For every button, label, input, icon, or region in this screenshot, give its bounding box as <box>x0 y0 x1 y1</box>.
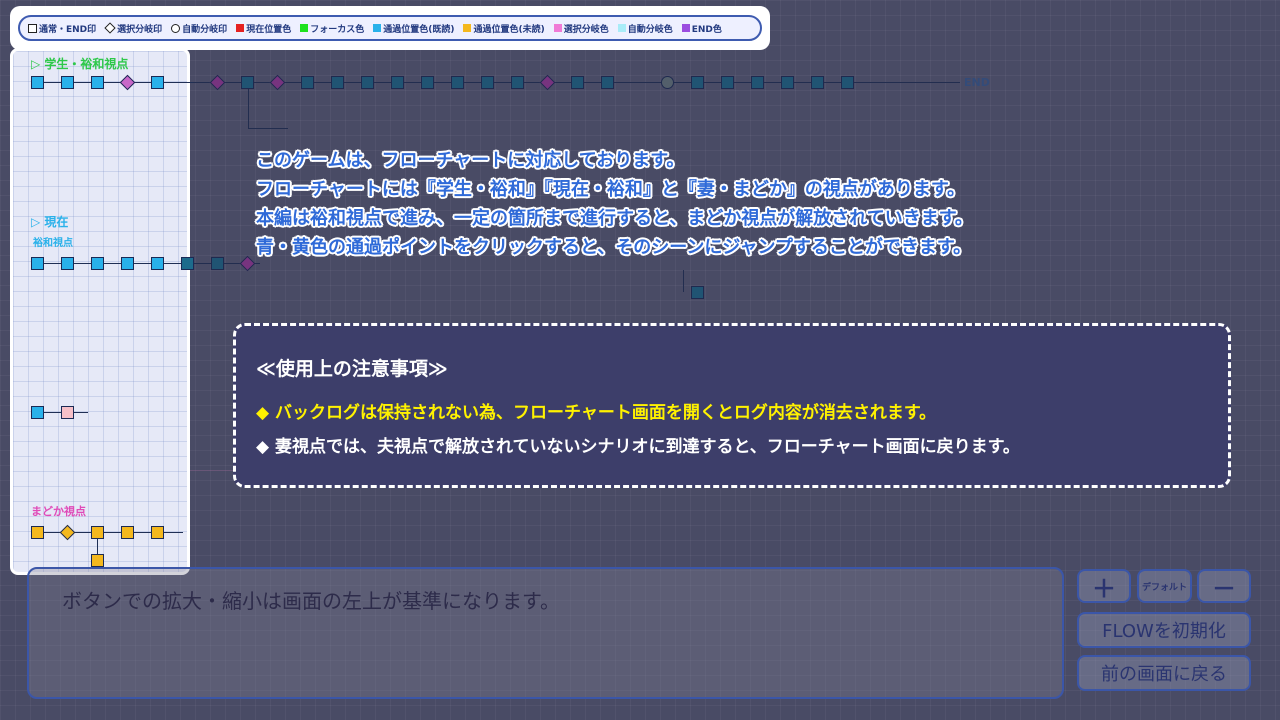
flow-line <box>33 263 193 264</box>
legend-item: 現在位置色 <box>236 22 291 35</box>
flow-node-read[interactable] <box>91 76 104 89</box>
section-label-madoka: まどか視点 <box>31 505 86 518</box>
flow-node-read[interactable] <box>31 76 44 89</box>
flow-node-branch[interactable] <box>119 74 136 91</box>
section-label-student: ▷ 学生・裕和視点 <box>31 57 129 71</box>
legend-swatch-icon <box>300 24 309 32</box>
legend-swatch-icon <box>28 23 37 33</box>
legend-item: 自動分岐色 <box>617 22 673 35</box>
legend-item: 選択分岐色 <box>553 22 609 35</box>
flow-node[interactable] <box>181 257 194 270</box>
legend-swatch-icon <box>104 22 116 34</box>
flow-reset-button[interactable]: FLOWを初期化 <box>1077 612 1251 648</box>
flow-node-read[interactable] <box>151 257 164 270</box>
notice-item-wife-view: ◆ 妻視点では、夫視点で解放されていないシナリオに到達すると、フローチャート画面… <box>256 437 1020 457</box>
legend-label: 通過位置色(未読) <box>473 24 545 35</box>
legend-swatch-icon <box>463 24 472 32</box>
flow-node-read[interactable] <box>91 257 104 270</box>
legend-item: 通過位置色(未読) <box>463 22 545 35</box>
flow-line <box>33 82 193 83</box>
flow-node-read[interactable] <box>151 76 164 89</box>
legend-label: 現在位置色 <box>246 24 292 35</box>
flow-node-unread[interactable] <box>91 554 104 567</box>
flow-node-unread[interactable] <box>91 526 104 539</box>
legend-swatch-icon <box>553 24 562 32</box>
flow-node-branch-selected[interactable] <box>61 406 74 419</box>
back-button[interactable]: 前の画面に戻る <box>1077 655 1251 691</box>
flow-node-branch[interactable] <box>59 524 76 541</box>
zoom-in-button[interactable]: ＋ <box>1077 569 1131 603</box>
tutorial-description: このゲームは、フローチャートに対応しております。 フローチャートには『学生・裕和… <box>256 146 1136 262</box>
legend-swatch-icon <box>236 24 245 32</box>
section-label-present: ▷ 現在 <box>31 215 69 229</box>
legend-label: 通常・END印 <box>39 24 97 35</box>
notice-box: ≪使用上の注意事項≫ ◆ バックログは保持されない為、フローチャート画面を開くと… <box>233 323 1231 488</box>
flow-node-read[interactable] <box>31 406 44 419</box>
legend-label: 選択分岐色 <box>563 24 609 35</box>
flow-node-read[interactable] <box>61 257 74 270</box>
description-line-4: 青・黄色の通過ポイントをクリックすると、そのシーンにジャンプすることができます。 <box>256 237 972 258</box>
legend-bar: 通常・END印 選択分岐印 自動分岐印 現在位置色 フォーカス色 通過位置色(既読) 通過位… <box>18 15 762 41</box>
description-line-2: フローチャートには『学生・裕和』『現在・裕和』と『妻・まどか』の視点があります。 <box>256 179 966 200</box>
legend-label: 自動分岐印 <box>182 24 228 35</box>
legend-item: フォーカス色 <box>300 22 364 35</box>
flow-node-unread[interactable] <box>31 526 44 539</box>
legend-swatch-icon <box>681 24 690 32</box>
legend-label: 通過位置色(既読) <box>383 24 455 35</box>
notice-title: ≪使用上の注意事項≫ <box>256 358 448 380</box>
flow-node-read[interactable] <box>61 76 74 89</box>
legend-swatch-icon <box>373 24 382 32</box>
flow-node-unread[interactable] <box>121 526 134 539</box>
zoom-default-button[interactable]: デフォルト <box>1137 569 1192 603</box>
flow-node-read[interactable] <box>121 257 134 270</box>
description-line-1: このゲームは、フローチャートに対応しております。 <box>256 150 685 171</box>
legend-label: END色 <box>691 24 722 35</box>
legend-label: 選択分岐印 <box>117 24 163 35</box>
legend-item: 自動分岐印 <box>171 22 227 35</box>
description-line-3: 本編は裕和視点で進み、一定の箇所まで進行すると、まどか視点が解放されていきます。 <box>256 208 973 229</box>
zoom-out-button[interactable]: － <box>1197 569 1251 603</box>
message-text: ボタンでの拡大・縮小は画面の左上が基準になります。 <box>62 589 560 613</box>
legend-swatch-icon <box>171 23 181 33</box>
notice-item-backlog: ◆ バックログは保持されない為、フローチャート画面を開くとログ内容が消去されます… <box>256 403 937 423</box>
legend-label: 自動分岐色 <box>627 24 673 35</box>
legend-label: フォーカス色 <box>310 24 365 35</box>
legend-item: 通常・END印 <box>28 22 96 35</box>
legend-item: 選択分岐印 <box>104 22 163 35</box>
flowchart-start-panel: ▷ 学生・裕和視点 ▷ 現在 裕和視点 まどか視点 <box>10 48 194 575</box>
legend-item: 通過位置色(既読) <box>373 22 454 35</box>
legend-item: END色 <box>681 22 722 35</box>
flow-node-unread[interactable] <box>151 526 164 539</box>
section-sub-present: 裕和視点 <box>33 238 73 249</box>
message-window: ボタンでの拡大・縮小は画面の左上が基準になります。 <box>27 567 1064 699</box>
flow-node-read[interactable] <box>31 257 44 270</box>
legend-swatch-icon <box>617 24 626 32</box>
legend-panel: 通常・END印 選択分岐印 自動分岐印 現在位置色 フォーカス色 通過位置色(既読) 通過位… <box>10 6 770 50</box>
